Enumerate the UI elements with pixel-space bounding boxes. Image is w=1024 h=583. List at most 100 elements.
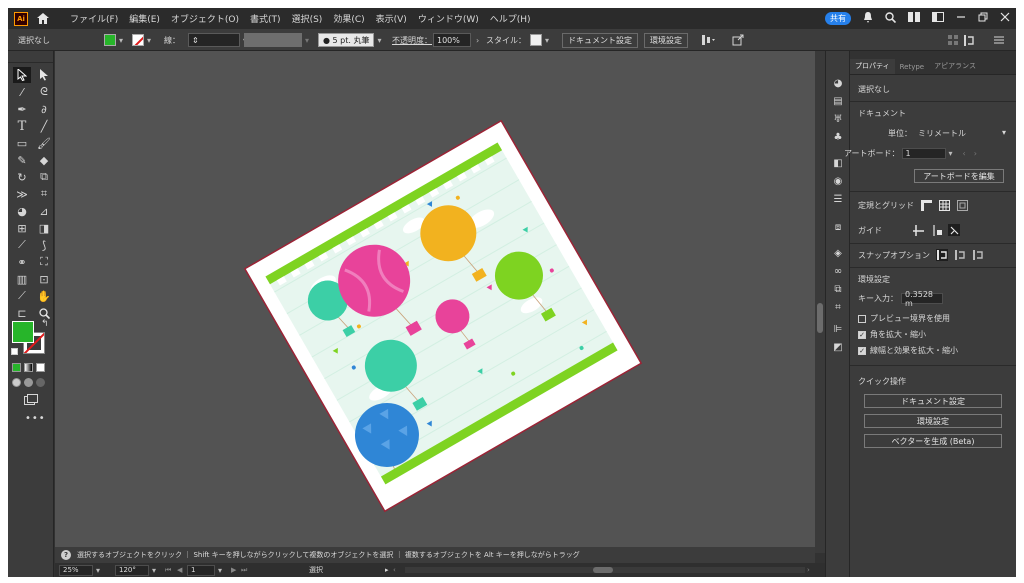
graphic-style-swatch[interactable] [530, 34, 542, 46]
preview-bounds-checkbox[interactable] [858, 314, 866, 323]
chevron-down-icon[interactable]: ▾ [218, 566, 222, 575]
horizontal-scroll-thumb[interactable] [593, 567, 613, 573]
screen-mode-icon[interactable] [24, 394, 38, 408]
arrange-documents-icon[interactable] [908, 12, 920, 25]
panel-menu-icon[interactable] [994, 29, 1004, 51]
pathfinder-icon[interactable]: ⧉ [832, 283, 844, 295]
curvature-tool-icon[interactable]: ∂ [35, 101, 53, 117]
transform-panel-icon[interactable]: ⌗ [832, 301, 844, 313]
selection-tool-icon[interactable] [13, 67, 31, 83]
chevron-down-icon[interactable]: ▾ [305, 36, 309, 45]
edit-artboards-button[interactable]: アートボードを編集 [914, 169, 1004, 183]
brush-definition[interactable]: ● 5 pt. 丸筆 [318, 33, 375, 47]
share-button[interactable]: 共有 [825, 12, 851, 25]
first-artboard-icon[interactable]: ⏮ [165, 564, 171, 576]
vertical-scrollbar[interactable] [815, 51, 825, 553]
none-mode-icon[interactable] [36, 363, 45, 372]
quick-preferences-button[interactable]: 環境設定 [864, 414, 1002, 428]
mesh-tool-icon[interactable]: ⊞ [13, 220, 31, 236]
minimize-icon[interactable] [956, 12, 966, 25]
scale-strokes-checkbox[interactable]: ✓ [858, 346, 866, 355]
restore-icon[interactable] [978, 12, 988, 25]
paintbrush-tool-icon[interactable]: 🖌 [35, 135, 53, 151]
status-menu-arrow[interactable]: ▸ [385, 564, 389, 576]
scale-corners-checkbox[interactable]: ✓ [858, 330, 866, 339]
stroke-control[interactable]: ▾ [132, 29, 151, 51]
blend-tool-icon[interactable]: ⚭ [13, 254, 31, 270]
gradient-panel-icon[interactable]: ◧ [832, 157, 844, 169]
menu-edit[interactable]: 編集(E) [129, 12, 160, 25]
menu-effect[interactable]: 効果(C) [333, 12, 364, 25]
chevron-down-icon[interactable]: ▾ [147, 36, 151, 45]
menu-window[interactable]: ウィンドウ(W) [418, 12, 479, 25]
lock-guides-icon[interactable] [930, 224, 942, 236]
tab-retype[interactable]: Retype [895, 63, 930, 74]
scroll-right-icon[interactable]: › [807, 564, 810, 576]
grid-icon[interactable] [948, 29, 958, 51]
grid-icon[interactable] [938, 199, 950, 211]
default-fill-stroke-icon[interactable] [11, 348, 18, 355]
draw-behind-icon[interactable] [24, 378, 33, 387]
last-artboard-icon[interactable]: ⏭ [241, 564, 247, 576]
panel-grip[interactable] [8, 51, 53, 63]
opacity-label[interactable]: 不透明度： [392, 29, 432, 51]
appearance-panel-icon[interactable]: ◩ [832, 341, 844, 353]
tab-properties[interactable]: プロパティ [850, 59, 895, 74]
rotate-tool-icon[interactable]: ↻ [13, 169, 31, 185]
align-icon[interactable] [700, 29, 716, 51]
scroll-thumb[interactable] [817, 303, 823, 333]
chevron-down-icon[interactable]: ▾ [96, 566, 100, 575]
snap-options-icon[interactable] [964, 29, 978, 51]
tab-appearance[interactable]: アピアランス [929, 61, 981, 74]
ruler-icon[interactable] [920, 199, 932, 211]
scale-tool-icon[interactable]: ⧉ [35, 169, 53, 185]
menu-file[interactable]: ファイル(F) [70, 12, 118, 25]
stroke-panel-icon[interactable]: ☰ [832, 193, 844, 205]
fill-color-swatch[interactable] [12, 321, 34, 343]
gradient-mode-icon[interactable] [24, 363, 33, 372]
show-guides-icon[interactable] [912, 224, 924, 236]
shaper-tool-icon[interactable]: ✎ [13, 152, 31, 168]
edit-toolbar-icon[interactable]: ••• [25, 413, 46, 424]
menu-select[interactable]: 選択(S) [292, 12, 323, 25]
direct-selection-tool-icon[interactable] [35, 67, 53, 83]
previous-artboard-icon[interactable]: ◀ [177, 564, 182, 576]
generate-vector-button[interactable]: ベクターを生成 (Beta) [864, 434, 1002, 448]
eraser-tool-icon[interactable]: ◆ [35, 152, 53, 168]
current-tool-status[interactable]: 選択 [309, 564, 323, 576]
links-icon[interactable]: ∞ [832, 265, 844, 277]
free-transform-tool-icon[interactable]: ⌗ [35, 186, 53, 202]
next-artboard-arrow[interactable]: › [974, 149, 977, 158]
snap-to-pixel-icon[interactable] [972, 249, 984, 261]
chevron-down-icon[interactable]: ▾ [377, 36, 381, 45]
menu-help[interactable]: ヘルプ(H) [490, 12, 531, 25]
chevron-right-icon[interactable]: › [476, 36, 479, 45]
snap-to-glyph-icon[interactable] [954, 249, 966, 261]
search-icon[interactable] [885, 11, 897, 26]
home-icon[interactable] [36, 12, 50, 26]
share-export-icon[interactable] [732, 29, 744, 51]
workspace-icon[interactable] [932, 12, 944, 25]
snap-to-point-icon[interactable] [936, 249, 948, 261]
libraries-icon[interactable]: ▤ [832, 95, 844, 107]
stroke-swatch[interactable] [132, 34, 144, 46]
keyboard-increment-field[interactable]: 0.3528 m [901, 290, 943, 308]
perspective-grid-tool-icon[interactable]: ⊿ [35, 203, 53, 219]
draw-normal-icon[interactable] [12, 378, 21, 387]
bell-icon[interactable] [863, 11, 873, 26]
symbol-sprayer-tool-icon[interactable]: ⛶ [35, 254, 53, 270]
rotate-view-field[interactable]: 120° [115, 564, 149, 576]
stroke-weight-field[interactable]: ⇕ [188, 33, 240, 47]
slice-tool-icon[interactable]: ⟋ [13, 288, 31, 304]
color-palette-icon[interactable]: ◕ [832, 77, 844, 89]
chevron-down-icon[interactable]: ▾ [119, 36, 123, 45]
preferences-button[interactable]: 環境設定 [644, 32, 688, 48]
opacity-field[interactable]: 100% [433, 33, 471, 47]
brushes-icon[interactable]: ♅ [832, 113, 844, 125]
menu-view[interactable]: 表示(V) [376, 12, 407, 25]
artboard-tool-icon[interactable]: ⊡ [35, 271, 53, 287]
align-panel-icon[interactable]: ⊫ [832, 323, 844, 335]
hand-tool-icon[interactable]: ✋ [35, 288, 53, 304]
color-mode-icon[interactable] [12, 363, 21, 372]
units-dropdown[interactable]: ミリメートル ▾ [918, 128, 1006, 139]
